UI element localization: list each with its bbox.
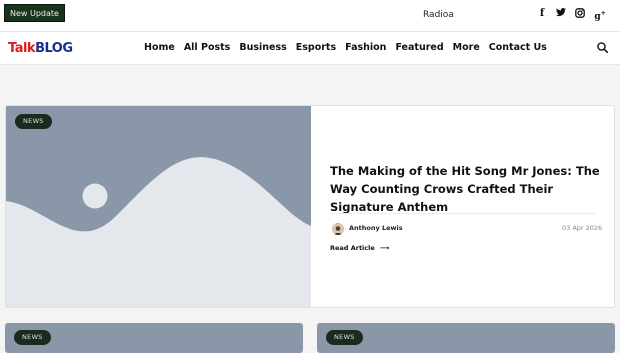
- twitter-icon[interactable]: [556, 8, 566, 20]
- author-avatar[interactable]: [332, 223, 344, 235]
- nav-menu: Home All Posts Business Esports Fashion …: [144, 42, 547, 53]
- site-logo[interactable]: TalkBLOG: [8, 41, 73, 56]
- logo-blog: BLOG: [35, 41, 73, 56]
- post-card[interactable]: NEWS: [317, 323, 615, 353]
- read-article-label: Read Article: [330, 244, 375, 252]
- facebook-icon[interactable]: f: [537, 8, 547, 20]
- nav-item-esports[interactable]: Esports: [296, 42, 336, 53]
- new-update-badge[interactable]: New Update: [4, 4, 65, 22]
- nav-item-featured[interactable]: Featured: [395, 42, 443, 53]
- read-article-link[interactable]: Read Article ⟶: [330, 244, 389, 252]
- news-ticker[interactable]: Radioa: [423, 10, 454, 20]
- divider: [330, 213, 596, 214]
- post-card[interactable]: NEWS: [5, 323, 303, 353]
- category-badge[interactable]: NEWS: [15, 114, 52, 129]
- post-title[interactable]: The Making of the Hit Song Mr Jones: The…: [330, 162, 600, 216]
- featured-post-image[interactable]: [6, 106, 311, 307]
- logo-talk: Talk: [8, 41, 36, 56]
- featured-post-card[interactable]: NEWS The Making of the Hit Song Mr Jones…: [5, 105, 615, 308]
- instagram-icon[interactable]: [575, 8, 585, 20]
- author-name[interactable]: Anthony Lewis: [349, 224, 403, 232]
- search-icon[interactable]: [597, 42, 608, 53]
- nav-item-business[interactable]: Business: [239, 42, 286, 53]
- nav-item-contact-us[interactable]: Contact Us: [489, 42, 547, 53]
- top-bar: New Update Radioa f g+: [0, 0, 620, 31]
- main-navbar: TalkBLOG Home All Posts Business Esports…: [0, 31, 620, 65]
- nav-item-more[interactable]: More: [453, 42, 480, 53]
- google-plus-icon[interactable]: g+: [594, 8, 606, 22]
- arrow-right-icon: ⟶: [380, 244, 390, 252]
- nav-item-home[interactable]: Home: [144, 42, 175, 53]
- nav-item-all-posts[interactable]: All Posts: [184, 42, 231, 53]
- post-date: 03 Apr 2026: [562, 224, 603, 232]
- image-placeholder-icon: [6, 106, 311, 307]
- nav-item-fashion[interactable]: Fashion: [345, 42, 386, 53]
- social-links: f g+: [537, 8, 606, 22]
